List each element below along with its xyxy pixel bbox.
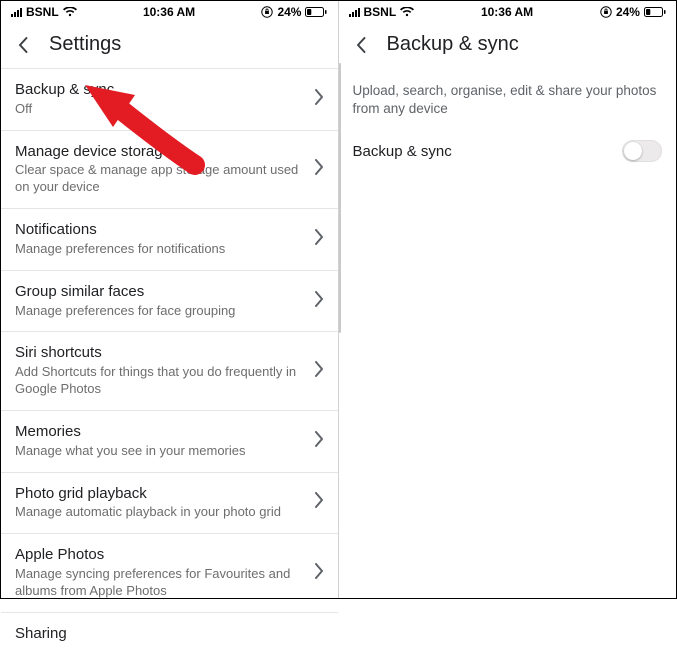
list-item-title: Photo grid playback	[15, 485, 304, 504]
list-item-title: Group similar faces	[15, 283, 304, 302]
list-item-subtitle: Manage automatic playback in your photo …	[15, 504, 304, 521]
orientation-lock-icon	[261, 6, 273, 18]
settings-screen: BSNL 10:36 AM 24% Settings	[1, 1, 339, 598]
chevron-right-icon	[314, 291, 324, 312]
settings-item-notifications[interactable]: Notifications Manage preferences for not…	[1, 209, 338, 271]
back-button[interactable]	[15, 36, 33, 54]
list-item-subtitle: Manage what you see in your memories	[15, 443, 304, 460]
status-time: 10:36 AM	[481, 5, 533, 19]
wifi-icon	[400, 7, 414, 17]
status-time: 10:36 AM	[143, 5, 195, 19]
carrier-label: BSNL	[26, 5, 59, 19]
settings-item-siri-shortcuts[interactable]: Siri shortcuts Add Shortcuts for things …	[1, 332, 338, 411]
battery-icon	[305, 7, 327, 17]
chevron-right-icon	[314, 492, 324, 513]
backup-sync-toggle-row: Backup & sync	[339, 132, 677, 170]
battery-percent: 24%	[277, 5, 301, 19]
toggle-label: Backup & sync	[353, 143, 452, 160]
chevron-right-icon	[314, 229, 324, 250]
back-button[interactable]	[353, 36, 371, 54]
backup-sync-screen: BSNL 10:36 AM 24% Backup & sync	[339, 1, 677, 598]
page-title: Settings	[49, 33, 121, 56]
backup-sync-toggle[interactable]	[622, 140, 662, 162]
chevron-right-icon	[314, 563, 324, 584]
settings-item-apple-photos[interactable]: Apple Photos Manage syncing preferences …	[1, 534, 338, 613]
settings-item-backup-sync[interactable]: Backup & sync Off	[1, 68, 338, 131]
settings-header: Settings	[1, 23, 338, 68]
status-bar: BSNL 10:36 AM 24%	[339, 1, 677, 23]
battery-icon	[644, 7, 666, 17]
chevron-right-icon	[314, 361, 324, 382]
settings-item-memories[interactable]: Memories Manage what you see in your mem…	[1, 411, 338, 473]
scroll-indicator	[339, 63, 341, 333]
carrier-label: BSNL	[364, 5, 397, 19]
orientation-lock-icon	[600, 6, 612, 18]
list-item-title: Apple Photos	[15, 546, 304, 565]
settings-item-photo-grid-playback[interactable]: Photo grid playback Manage automatic pla…	[1, 473, 338, 535]
chevron-right-icon	[314, 89, 324, 110]
list-item-title: Siri shortcuts	[15, 344, 304, 363]
wifi-icon	[63, 7, 77, 17]
list-item-title: Notifications	[15, 221, 304, 240]
chevron-right-icon	[314, 159, 324, 180]
list-item-subtitle: Manage preferences for notifications	[15, 241, 304, 258]
settings-item-group-faces[interactable]: Group similar faces Manage preferences f…	[1, 271, 338, 333]
settings-item-sharing[interactable]: Sharing	[1, 613, 338, 656]
list-item-subtitle: Add Shortcuts for things that you do fre…	[15, 364, 304, 398]
settings-list: Backup & sync Off Manage device storage …	[1, 68, 338, 656]
list-item-title: Backup & sync	[15, 81, 304, 100]
battery-percent: 24%	[616, 5, 640, 19]
list-item-subtitle: Manage preferences for face grouping	[15, 303, 304, 320]
list-item-subtitle: Off	[15, 101, 304, 118]
list-item-title: Memories	[15, 423, 304, 442]
list-item-subtitle: Clear space & manage app storage amount …	[15, 162, 304, 196]
list-item-title: Sharing	[15, 625, 324, 644]
cellular-signal-icon	[11, 7, 22, 17]
page-title: Backup & sync	[387, 33, 519, 56]
status-bar: BSNL 10:36 AM 24%	[1, 1, 338, 23]
chevron-right-icon	[314, 431, 324, 452]
settings-item-manage-storage[interactable]: Manage device storage Clear space & mana…	[1, 131, 338, 210]
backup-sync-header: Backup & sync	[339, 23, 677, 68]
list-item-title: Manage device storage	[15, 143, 304, 162]
backup-sync-description: Upload, search, organise, edit & share y…	[339, 68, 677, 132]
cellular-signal-icon	[349, 7, 360, 17]
list-item-subtitle: Manage syncing preferences for Favourite…	[15, 566, 304, 600]
